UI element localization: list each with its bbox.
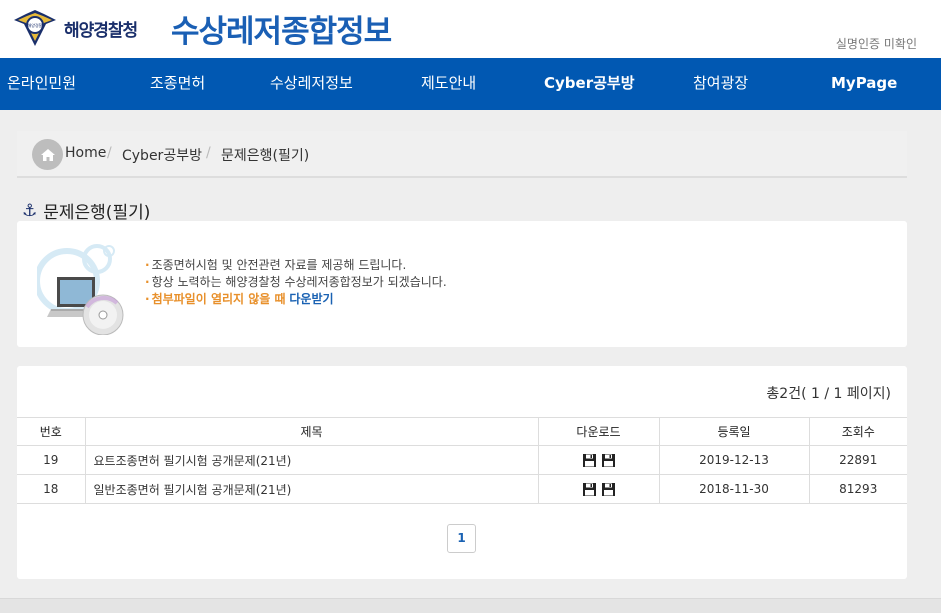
row-title-link[interactable]: 일반조종면허 필기시험 공개문제(21년) xyxy=(85,474,539,504)
row-views: 22891 xyxy=(809,445,907,475)
col-header-download: 다운로드 xyxy=(538,417,660,446)
page-button-current[interactable]: 1 xyxy=(447,524,476,553)
nav-item-license[interactable]: 조종면허 xyxy=(150,58,205,110)
bullet: · xyxy=(145,258,150,272)
nav-item-system-guide[interactable]: 제도안내 xyxy=(421,58,476,110)
breadcrumb: Home / Cyber공부방 / 문제은행(필기) xyxy=(17,131,907,178)
col-header-views: 조회수 xyxy=(809,417,907,446)
nav-item-online-petition[interactable]: 온라인민원 xyxy=(7,58,76,110)
breadcrumb-current: 문제은행(필기) xyxy=(221,148,310,164)
attachment-warning: 첨부파일이 열리지 않을 때 xyxy=(151,292,286,306)
police-emblem-icon: 해양경찰 xyxy=(14,10,56,46)
info-line-2: 항상 노력하는 해양경찰청 수상레저종합정보가 되겠습니다. xyxy=(151,275,447,289)
breadcrumb-home[interactable]: Home xyxy=(65,145,106,161)
svg-text:해양경찰: 해양경찰 xyxy=(28,22,43,28)
col-header-number: 번호 xyxy=(17,417,86,446)
col-header-date: 등록일 xyxy=(659,417,810,446)
download-viewer-link[interactable]: 다운받기 xyxy=(289,292,333,306)
org-name: 해양경찰청 xyxy=(64,20,138,41)
floppy-disk-icon[interactable] xyxy=(601,454,615,467)
table-header-row: 번호 제목 다운로드 등록일 조회수 xyxy=(17,417,907,446)
nav-item-cyber-study[interactable]: Cyber공부방 xyxy=(544,58,635,110)
col-header-title: 제목 xyxy=(85,417,539,446)
site-header: 해양경찰 해양경찰청 수상레저종합정보 실명인증 미확인 xyxy=(0,0,941,58)
site-title[interactable]: 수상레저종합정보 xyxy=(171,6,392,51)
floppy-disk-icon[interactable] xyxy=(601,483,615,496)
row-date: 2018-11-30 xyxy=(659,474,810,504)
row-title-link[interactable]: 요트조종면허 필기시험 공개문제(21년) xyxy=(85,445,539,475)
row-date: 2019-12-13 xyxy=(659,445,810,475)
info-text: · 조종면허시험 및 안전관련 자료를 제공해 드립니다. · 항상 노력하는 해양… xyxy=(145,257,447,308)
row-number: 19 xyxy=(17,445,86,475)
floppy-disk-icon[interactable] xyxy=(582,454,596,467)
board-list: 총2건( 1 / 1 페이지) 번호 제목 다운로드 등록일 조회수 19 요트… xyxy=(17,366,907,579)
page-title: 문제은행(필기) xyxy=(43,203,151,223)
nav-item-participation[interactable]: 참여광장 xyxy=(693,58,748,110)
nav-item-mypage[interactable]: MyPage xyxy=(831,58,897,110)
main-nav: 온라인민원 조종면허 수상레저정보 제도안내 Cyber공부방 참여광장 MyP… xyxy=(0,58,941,110)
breadcrumb-cyber-study[interactable]: Cyber공부방 xyxy=(122,145,202,165)
bullet: · xyxy=(145,275,150,289)
org-logo[interactable]: 해양경찰 해양경찰청 xyxy=(12,8,138,48)
table-row: 19 요트조종면허 필기시험 공개문제(21년) 2019-12-13 2289… xyxy=(17,445,907,475)
breadcrumb-separator: / xyxy=(107,145,112,161)
footer-divider xyxy=(0,598,941,613)
nav-item-leisure-info[interactable]: 수상레저정보 xyxy=(270,58,353,110)
home-icon[interactable] xyxy=(32,139,63,170)
info-line-1: 조종면허시험 및 안전관련 자료를 제공해 드립니다. xyxy=(151,258,407,272)
row-downloads xyxy=(538,445,660,475)
bullet: · xyxy=(145,292,150,306)
row-downloads xyxy=(538,474,660,504)
page-heading: ⚓ 문제은행(필기) xyxy=(22,198,151,224)
info-box: · 조종면허시험 및 안전관련 자료를 제공해 드립니다. · 항상 노력하는 해양… xyxy=(17,221,907,347)
laptop-cd-illustration-icon xyxy=(37,244,124,335)
total-count: 총2건( 1 / 1 페이지) xyxy=(766,386,891,402)
breadcrumb-separator: / xyxy=(206,145,211,161)
board-table: 번호 제목 다운로드 등록일 조회수 19 요트조종면허 필기시험 공개문제(2… xyxy=(17,417,907,504)
table-row: 18 일반조종면허 필기시험 공개문제(21년) 2018-11-30 8129… xyxy=(17,474,907,504)
row-number: 18 xyxy=(17,474,86,504)
anchor-icon: ⚓ xyxy=(22,200,38,221)
floppy-disk-icon[interactable] xyxy=(582,483,596,496)
row-views: 81293 xyxy=(809,474,907,504)
auth-status[interactable]: 실명인증 미확인 xyxy=(836,35,917,52)
